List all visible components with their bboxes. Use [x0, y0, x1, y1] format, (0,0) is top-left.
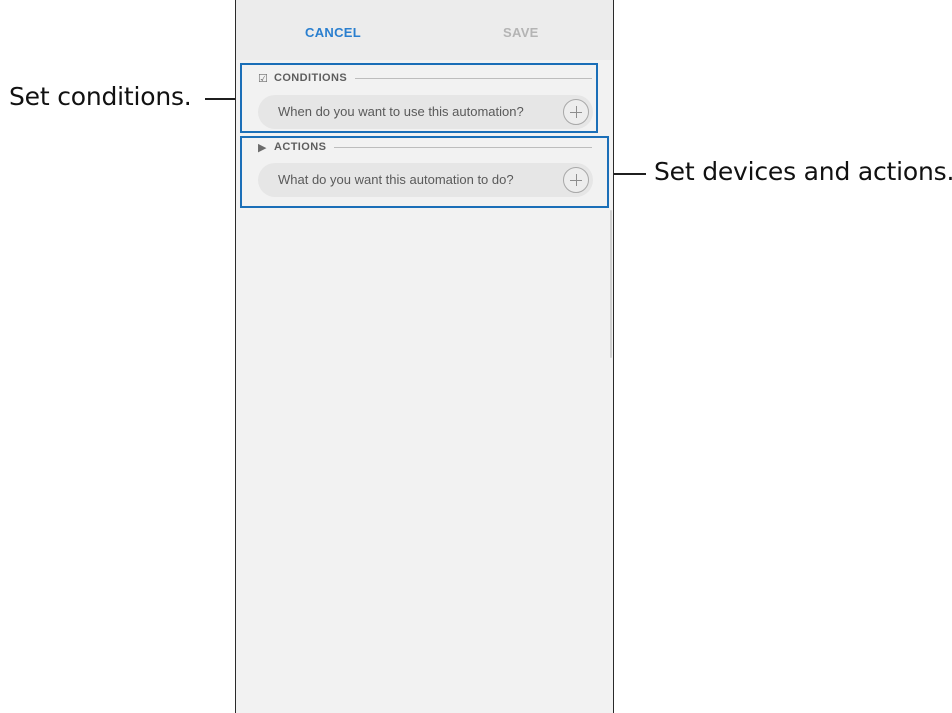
conditions-highlight-box [240, 63, 598, 133]
callout-set-conditions: Set conditions. [9, 82, 192, 111]
manual-illustration: Set conditions. Set devices and actions.… [0, 0, 952, 713]
scrollbar[interactable] [610, 210, 612, 358]
cancel-button[interactable]: CANCEL [305, 25, 361, 40]
actions-highlight-box [240, 136, 609, 208]
callout-line-actions [609, 173, 646, 175]
top-toolbar: CANCEL SAVE [236, 0, 613, 60]
save-button[interactable]: SAVE [503, 25, 539, 40]
callout-set-devices-actions: Set devices and actions. [654, 157, 952, 186]
